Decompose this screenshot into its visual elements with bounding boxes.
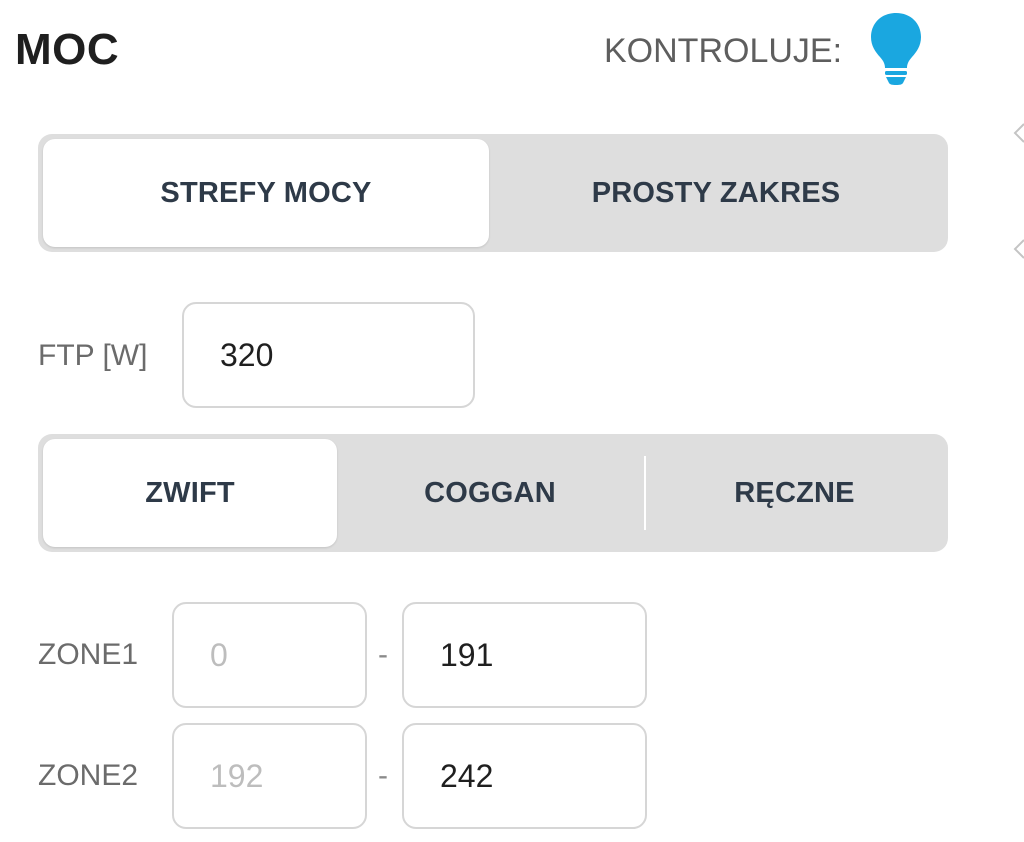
page-title: MOC: [15, 25, 120, 74]
tab-manual[interactable]: RĘCZNE: [646, 439, 943, 547]
mode-segmented-control: STREFY MOCY PROSTY ZAKRES: [38, 134, 948, 252]
zone-model-segmented-control: ZWIFT COGGAN RĘCZNE: [38, 434, 948, 552]
zone1-label: ZONE1: [38, 638, 139, 671]
edge-chevron-icon: [1013, 123, 1024, 143]
tab-zwift[interactable]: ZWIFT: [43, 439, 337, 547]
range-separator: -: [378, 638, 388, 671]
tab-power-zones[interactable]: STREFY MOCY: [43, 139, 489, 247]
tab-simple-range[interactable]: PROSTY ZAKRES: [489, 139, 943, 247]
zone2-from-field: 192: [172, 723, 367, 829]
ftp-input[interactable]: 320: [182, 302, 475, 408]
controls-label: KONTROLUJE:: [604, 32, 843, 70]
ftp-label: FTP [W]: [38, 339, 148, 372]
zone2-to-input[interactable]: 242: [402, 723, 647, 829]
zone1-from-field: 0: [172, 602, 367, 708]
power-settings-screen: MOC KONTROLUJE: STREFY MOCY PROSTY ZAKRE…: [0, 0, 1024, 842]
zone1-to-input[interactable]: 191: [402, 602, 647, 708]
zone2-label: ZONE2: [38, 759, 139, 792]
lightbulb-icon[interactable]: [868, 10, 924, 86]
edge-chevron-icon: [1013, 239, 1024, 259]
range-separator: -: [378, 759, 388, 792]
tab-coggan[interactable]: COGGAN: [337, 439, 643, 547]
